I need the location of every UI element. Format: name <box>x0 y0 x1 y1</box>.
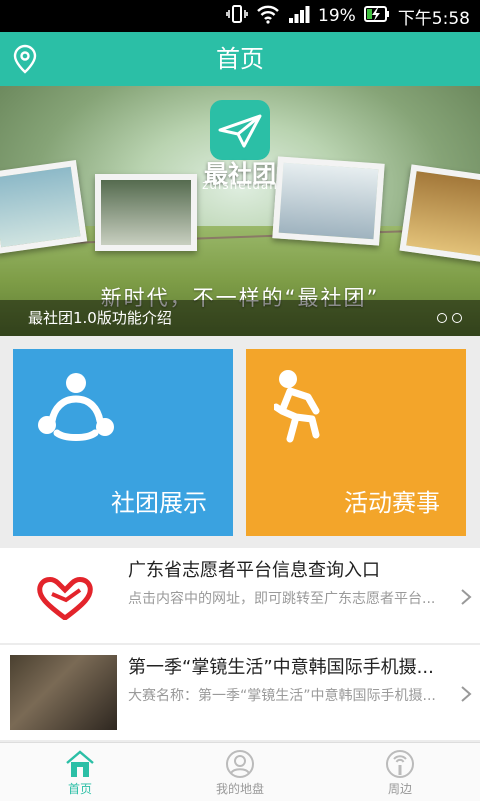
battery-charging-icon <box>363 5 390 28</box>
list-item-thumbnail <box>10 655 117 730</box>
tab-my-space-label: 我的地盘 <box>215 782 264 796</box>
clock: 下午5:58 <box>397 8 470 29</box>
banner-caption-bar: 最社团1.0版功能介绍 <box>0 300 480 336</box>
events-label: 活动赛事 <box>344 489 440 517</box>
status-bar: 19% 下午5:58 <box>0 0 480 32</box>
carousel-dot[interactable] <box>437 313 447 323</box>
banner-carousel[interactable]: 最社团 zuishetuan 新时代，不一样的“最社团” 最社团1.0版功能介绍 <box>0 86 480 336</box>
tab-nearby-label: 周边 <box>387 782 412 796</box>
wifi-icon <box>256 4 280 29</box>
tab-my-space[interactable]: 我的地盘 <box>160 743 320 801</box>
carousel-dot[interactable] <box>452 313 462 323</box>
list-item-title: 第一季“掌镜生活”中意韩国际手机摄... <box>128 657 434 678</box>
list-item-desc: 点击内容中的网址，即可跳转至广东志愿者平台... <box>128 591 436 607</box>
tab-home[interactable]: 首页 <box>0 743 160 801</box>
volunteer-heart-icon <box>36 576 94 624</box>
running-person-icon <box>272 369 330 447</box>
list-item[interactable]: 广东省志愿者平台信息查询入口 点击内容中的网址，即可跳转至广东志愿者平台... <box>0 548 480 643</box>
signal-icon <box>288 4 310 29</box>
club-showcase-label: 社团展示 <box>111 489 207 517</box>
home-icon <box>66 750 94 777</box>
bottom-tab-bar: 首页 我的地盘 周边 <box>0 742 480 801</box>
list-item-desc: 大赛名称：第一季“掌镜生活”中意韩国际手机摄... <box>128 688 436 704</box>
list-item-title: 广东省志愿者平台信息查询入口 <box>128 560 380 581</box>
vibrate-icon <box>226 4 248 29</box>
page-title: 首页 <box>216 45 264 73</box>
user-icon <box>226 750 254 778</box>
nearby-signal-icon <box>386 750 414 778</box>
tab-nearby[interactable]: 周边 <box>320 743 480 801</box>
chevron-right-icon <box>460 588 472 606</box>
tab-home-label: 首页 <box>67 782 92 796</box>
events-tile[interactable]: 活动赛事 <box>246 349 466 536</box>
club-showcase-tile[interactable]: 社团展示 <box>13 349 233 536</box>
paper-plane-icon <box>210 100 270 160</box>
title-bar: 首页 <box>0 32 480 86</box>
carousel-indicator <box>437 313 462 323</box>
chevron-right-icon <box>460 685 472 703</box>
battery-percent: 19% <box>318 6 356 26</box>
banner-caption: 最社团1.0版功能介绍 <box>28 309 172 327</box>
list-item[interactable]: 第一季“掌镜生活”中意韩国际手机摄... 大赛名称：第一季“掌镜生活”中意韩国际… <box>0 645 480 740</box>
banner-app-subtitle: zuishetuan <box>202 178 278 192</box>
group-people-icon <box>35 369 117 449</box>
